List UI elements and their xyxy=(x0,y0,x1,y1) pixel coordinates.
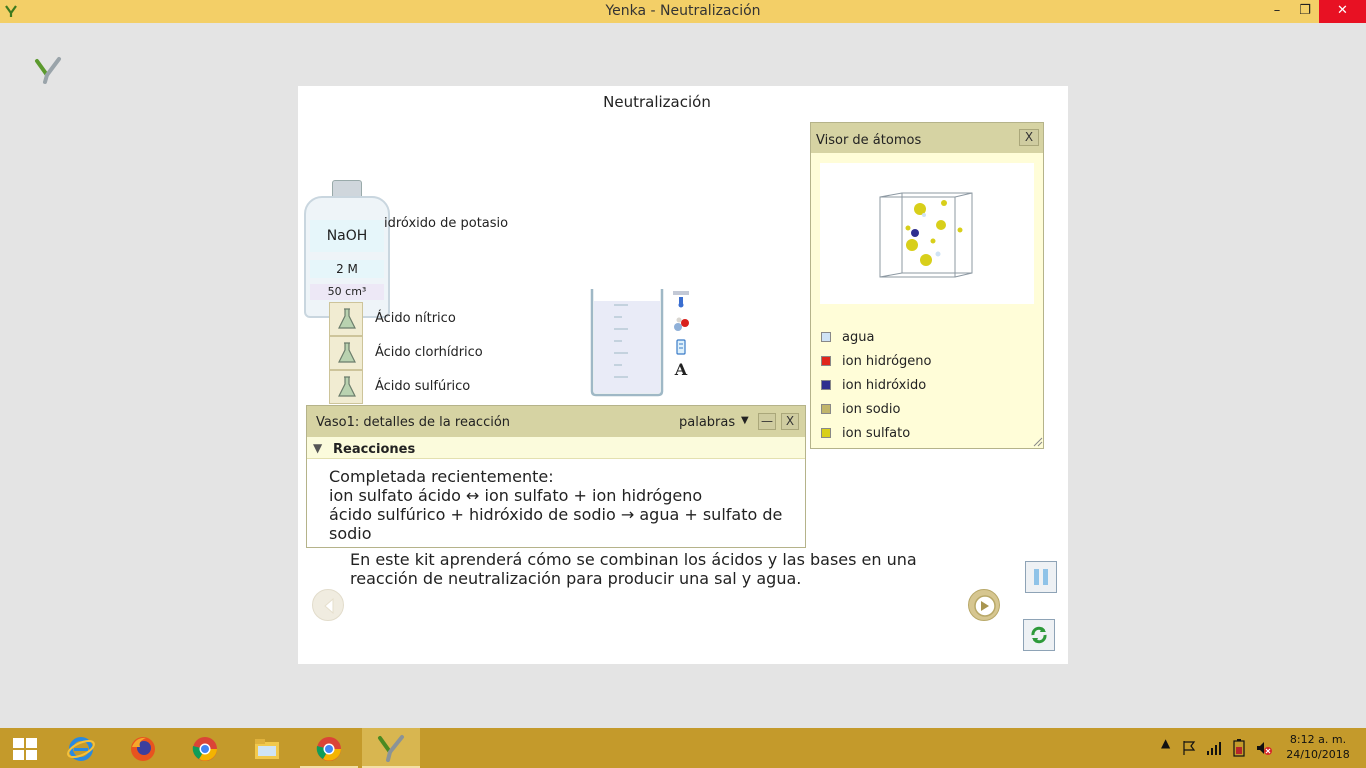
legend-label: ion hidrógeno xyxy=(842,354,932,369)
atom-viewer-panel: Visor de átomos X agua ion hidrógeno ion… xyxy=(810,122,1044,449)
thermometer-icon[interactable] xyxy=(672,290,690,308)
atom-viewer-title: Visor de átomos xyxy=(816,133,922,148)
arrow-left-icon xyxy=(324,597,334,615)
bottle-concentration: 2 M xyxy=(310,260,384,278)
bottle-name-label: idróxido de potasio xyxy=(384,216,509,231)
acid-item-nitric[interactable]: Ácido nítrico xyxy=(329,302,549,336)
taskbar-clock[interactable]: 8:12 a. m. 24/10/2018 xyxy=(1285,732,1351,762)
chrome-icon xyxy=(192,737,217,761)
legend-swatch xyxy=(821,404,831,414)
cylinder-icon[interactable] xyxy=(672,338,690,356)
clock-date: 24/10/2018 xyxy=(1286,748,1350,761)
minimize-button[interactable]: – xyxy=(1262,0,1292,23)
words-dropdown[interactable]: palabras xyxy=(679,415,735,430)
reset-button[interactable] xyxy=(1023,619,1055,651)
naoh-bottle[interactable]: NaOH 2 M 50 cm³ xyxy=(302,180,392,320)
windows-taskbar: ▲ 8:12 a. m. 24/10/2018 xyxy=(0,728,1366,768)
reaction-panel-close-button[interactable]: X xyxy=(781,413,799,430)
bottle-formula: NaOH xyxy=(310,220,384,252)
close-button[interactable]: ✕ xyxy=(1319,0,1366,23)
reaction-line: ion sulfato ácido ↔ ion sulfato + ion hi… xyxy=(329,486,703,505)
legend-label: ion hidróxido xyxy=(842,378,927,393)
window-title-bar: Yenka - Neutralización – ❐ ✕ xyxy=(0,0,1366,23)
legend-swatch xyxy=(821,332,831,342)
windows-start-icon xyxy=(13,738,37,760)
legend-swatch xyxy=(821,428,831,438)
tray-chevron-icon[interactable]: ▲ xyxy=(1161,736,1170,750)
chrome-icon xyxy=(316,737,341,761)
flask-icon[interactable] xyxy=(329,302,363,336)
resize-grip-icon[interactable] xyxy=(1031,435,1043,447)
next-button[interactable] xyxy=(968,589,1000,621)
window-title: Yenka - Neutralización xyxy=(605,3,761,19)
chevron-down-icon[interactable]: ▼ xyxy=(741,415,749,426)
legend-swatch xyxy=(821,380,831,390)
bottle-volume: 50 cm³ xyxy=(310,284,384,300)
collapse-triangle-icon[interactable]: ▼ xyxy=(313,441,322,455)
acid-item-sulfuric[interactable]: Ácido sulfúrico xyxy=(329,370,549,404)
reaction-line: Completada recientemente: xyxy=(329,467,554,486)
flask-icon[interactable] xyxy=(329,336,363,370)
molecules-icon[interactable] xyxy=(672,316,690,334)
start-button[interactable] xyxy=(0,728,58,768)
pause-button[interactable] xyxy=(1025,561,1057,593)
battery-icon[interactable] xyxy=(1231,739,1247,757)
taskbar-file-explorer[interactable] xyxy=(238,728,296,768)
text-icon[interactable]: A xyxy=(672,360,690,379)
acid-label: Ácido nítrico xyxy=(375,311,456,326)
refresh-icon xyxy=(1031,626,1047,644)
atom-viewer-header: Visor de átomos X xyxy=(811,123,1043,153)
atom-3d-view[interactable] xyxy=(820,163,1034,304)
beaker-toolbar: A xyxy=(672,290,692,380)
flask-icon[interactable] xyxy=(329,370,363,404)
reaction-panel-header: Vaso1: detalles de la reacción palabras … xyxy=(307,406,805,437)
legend-label: ion sodio xyxy=(842,402,901,417)
back-button[interactable] xyxy=(312,589,344,621)
flag-icon[interactable] xyxy=(1182,740,1198,756)
reaction-text: Completada recientemente: ion sulfato ác… xyxy=(329,467,803,543)
taskbar-internet-explorer[interactable] xyxy=(52,728,110,768)
clock-time: 8:12 a. m. xyxy=(1289,733,1347,746)
taskbar-chrome[interactable] xyxy=(176,728,234,768)
reactions-section-label: Reacciones xyxy=(333,442,416,457)
restore-button[interactable]: ❐ xyxy=(1290,0,1320,23)
acid-item-hydrochloric[interactable]: Ácido clorhídrico xyxy=(329,336,549,370)
file-explorer-icon xyxy=(255,739,279,759)
legend-swatch xyxy=(821,356,831,366)
pause-icon xyxy=(1034,569,1048,585)
signal-icon[interactable] xyxy=(1206,740,1224,756)
kit-description: En este kit aprenderá cómo se combinan l… xyxy=(350,550,917,588)
beaker[interactable] xyxy=(590,287,664,397)
taskbar-yenka[interactable] xyxy=(362,728,420,768)
taskbar-chrome-open[interactable] xyxy=(300,728,358,768)
acid-label: Ácido clorhídrico xyxy=(375,345,483,360)
volume-muted-icon[interactable] xyxy=(1255,740,1273,756)
taskbar-firefox[interactable] xyxy=(114,728,172,768)
bottle-cap xyxy=(332,180,362,197)
legend-label: agua xyxy=(842,330,875,345)
reaction-details-panel: Vaso1: detalles de la reacción palabras … xyxy=(306,405,806,548)
yenka-logo-icon[interactable] xyxy=(33,55,63,85)
reaction-line: ácido sulfúrico + hidróxido de sodio → a… xyxy=(329,505,783,543)
firefox-icon xyxy=(131,737,155,761)
legend-label: ion sulfato xyxy=(842,426,911,441)
yenka-icon xyxy=(378,735,404,762)
internet-explorer-icon xyxy=(67,737,95,761)
reactions-section-header[interactable]: ▼ Reacciones xyxy=(307,437,805,459)
stage-title: Neutralización xyxy=(603,93,711,111)
arrow-right-icon xyxy=(974,595,996,617)
reaction-panel-title: Vaso1: detalles de la reacción xyxy=(316,415,511,430)
reaction-panel-minimize-button[interactable]: — xyxy=(758,413,776,430)
atom-viewer-close-button[interactable]: X xyxy=(1019,129,1039,146)
acid-label: Ácido sulfúrico xyxy=(375,379,471,394)
